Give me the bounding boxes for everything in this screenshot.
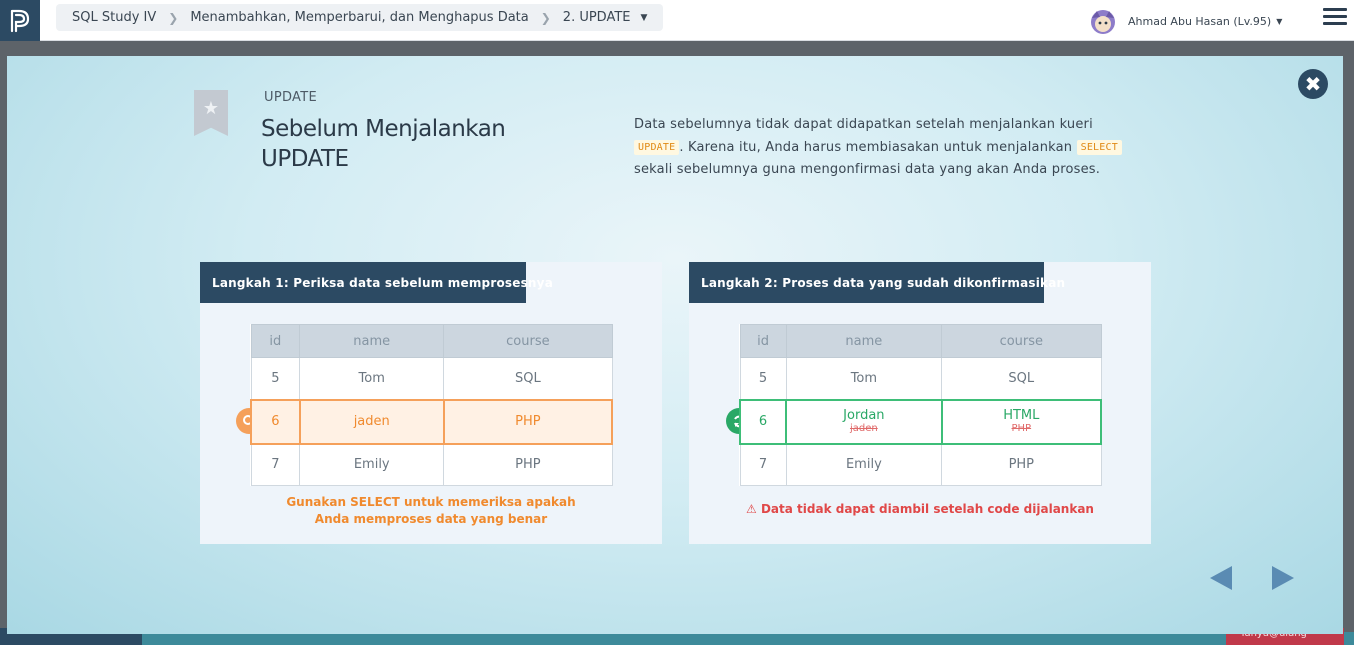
column-header: name [299, 324, 445, 358]
page-title-line2: UPDATE [261, 146, 349, 172]
code-select: SELECT [1076, 139, 1122, 155]
step1-note-line2: Anda memproses data yang benar [314, 512, 548, 526]
table-row: 5 Tom SQL [739, 357, 1102, 400]
table-row-updated: 6 Jordan jaden HTML PHP [738, 398, 1103, 445]
old-value: PHP [1011, 423, 1032, 434]
chevron-right-icon: ❯ [168, 10, 179, 25]
table-cell: 7 [250, 443, 301, 486]
table-cell: 7 [739, 443, 787, 486]
table-cell: 6 [250, 398, 301, 445]
table-cell: SQL [941, 357, 1102, 400]
breadcrumb-course[interactable]: SQL Study IV [72, 10, 156, 25]
step1-table: id name course 5 Tom SQL 6 jaden PHP 7 E… [250, 324, 614, 486]
close-icon[interactable]: ✖ [1298, 69, 1328, 99]
old-value: jaden [849, 423, 878, 434]
avatar [1091, 10, 1115, 34]
step2-table: id name course 5 Tom SQL 6 Jordan jaden … [738, 324, 1103, 486]
section-label: UPDATE [264, 90, 317, 105]
next-slide-icon[interactable] [1272, 566, 1294, 590]
table-cell: PHP [941, 443, 1102, 486]
table-cell: Tom [785, 357, 943, 400]
caret-down-icon[interactable]: ▼ [641, 13, 648, 23]
new-value: HTML [1003, 408, 1040, 423]
progate-logo-icon[interactable] [0, 0, 40, 41]
step1-card: Langkah 1: Periksa data sebelum memprose… [200, 262, 662, 544]
table-row: 5 Tom SQL [250, 357, 613, 400]
top-bar: SQL Study IV ❯ Menambahkan, Memperbarui,… [0, 0, 1354, 41]
table-cell-updated: HTML PHP [940, 398, 1103, 445]
warning-icon: ⚠ [746, 502, 757, 516]
page-title-line1: Sebelum Menjalankan [261, 116, 506, 142]
bookmark-star-icon[interactable]: ★ [194, 90, 228, 136]
column-header: id [250, 324, 301, 358]
table-row-selected: 6 jaden PHP [250, 398, 614, 445]
table-header-row: id name course [250, 324, 613, 358]
table-cell: Tom [299, 357, 445, 400]
slide-description: Data sebelumnya tidak dapat didapatkan s… [634, 114, 1134, 182]
new-value: Jordan [843, 408, 885, 423]
column-header: id [739, 324, 787, 358]
user-name: Ahmad Abu Hasan (Lv.95) [1128, 14, 1272, 28]
chevron-right-icon: ❯ [540, 10, 551, 25]
table-cell: Emily [299, 443, 445, 486]
warning-text: Data tidak dapat diambil setelah code di… [760, 502, 1094, 516]
table-cell: PHP [443, 443, 613, 486]
column-header: name [785, 324, 943, 358]
desc-text-3: sekali sebelumnya guna mengonfirmasi dat… [634, 162, 1101, 177]
table-row: 7 Emily PHP [250, 443, 613, 486]
desc-text-1: Data sebelumnya tidak dapat didapatkan s… [634, 117, 1093, 132]
user-menu[interactable]: Ahmad Abu Hasan (Lv.95) ▼ [1088, 6, 1282, 36]
table-cell: PHP [442, 398, 614, 445]
desc-text-2: . Karena itu, Anda harus membiasakan unt… [679, 139, 1073, 155]
code-update: UPDATE [634, 139, 680, 155]
caret-down-icon: ▼ [1276, 16, 1283, 26]
step1-title: Langkah 1: Periksa data sebelum memprose… [200, 262, 553, 303]
table-cell: 5 [250, 357, 301, 400]
table-row: 7 Emily PHP [739, 443, 1102, 486]
table-cell: Emily [785, 443, 943, 486]
breadcrumb: SQL Study IV ❯ Menambahkan, Memperbarui,… [56, 4, 664, 31]
step2-warning: ⚠ Data tidak dapat diambil setelah code … [689, 502, 1151, 516]
table-cell-updated: Jordan jaden [785, 398, 943, 445]
page-title: Sebelum Menjalankan UPDATE [261, 114, 561, 174]
step2-card: Langkah 2: Proses data yang sudah dikonf… [689, 262, 1151, 544]
slide-modal: ✖ ★ UPDATE Sebelum Menjalankan UPDATE Da… [7, 56, 1343, 634]
column-header: course [443, 324, 613, 358]
previous-slide-icon[interactable] [1210, 566, 1232, 590]
table-cell: 6 [738, 398, 788, 445]
table-header-row: id name course [739, 324, 1102, 358]
step1-note: Gunakan SELECT untuk memeriksa apakah An… [200, 494, 662, 528]
table-cell: 5 [739, 357, 787, 400]
table-cell: jaden [298, 398, 445, 445]
step2-title: Langkah 2: Proses data yang sudah dikonf… [689, 262, 1065, 303]
breadcrumb-chapter[interactable]: Menambahkan, Memperbarui, dan Menghapus … [190, 10, 528, 25]
column-header: course [941, 324, 1102, 358]
step1-note-line1: Gunakan SELECT untuk memeriksa apakah [286, 495, 576, 509]
breadcrumb-lesson[interactable]: 2. UPDATE [563, 10, 631, 25]
hamburger-menu-icon[interactable] [1323, 8, 1347, 28]
table-cell: SQL [443, 357, 613, 400]
